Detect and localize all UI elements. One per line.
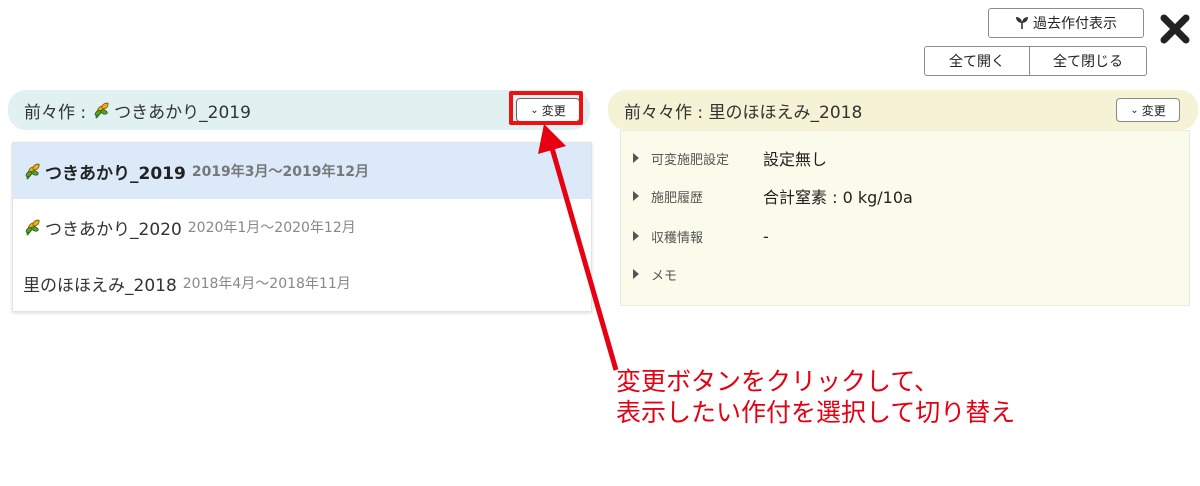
info-value: 設定無し [763,150,828,169]
fertilization-history-row[interactable]: 施肥履歴 合計窒素 : 0 kg/10a [633,185,913,207]
info-value: - [763,226,769,246]
annotation-text: 変更ボタンをクリックして、 表示したい作付を選択して切り替え [616,366,1015,428]
left-header-prefix: 前々作 : [24,102,87,123]
dropdown-item[interactable]: 里のほほえみ_2018 2018年4月～2018年11月 [13,255,591,311]
info-label: 可変施肥設定 [651,152,730,168]
close-all-button[interactable]: 全て閉じる [1029,46,1147,76]
expand-arrow-icon [633,153,639,163]
left-header-crop: つきあかり_2019 [114,102,251,123]
info-label: メモ [651,268,678,284]
chevron-down-icon: ⌄ [1130,104,1139,116]
sprout-icon [94,102,109,119]
sprout-outline-icon [1016,17,1028,29]
dropdown-item[interactable]: つきあかり_2019 2019年3月～2019年12月 [13,143,591,199]
expand-arrow-icon [633,231,639,241]
info-value: 合計窒素 : 0 kg/10a [763,188,913,207]
right-change-label: 変更 [1141,103,1166,118]
right-change-button[interactable]: ⌄ 変更 [1116,98,1180,122]
expand-arrow-icon [633,269,639,279]
past-crops-label: 過去作付表示 [1033,16,1117,32]
dropdown-item-range: 2019年3月～2019年12月 [191,164,369,180]
past-crops-button[interactable]: 過去作付表示 [988,8,1144,38]
info-label: 収穫情報 [651,230,704,246]
crop-dropdown-list: つきあかり_2019 2019年3月～2019年12月 つきあかり_2020 2… [12,142,592,312]
harvest-info-row[interactable]: 収穫情報 - [633,225,769,247]
annotation-line-1: 変更ボタンをクリックして、 [616,367,940,396]
previous-3-crop-header: 前々々作 : 里のほほえみ_2018 [608,90,1198,130]
expand-arrow-icon [633,191,639,201]
right-header-title: 前々々作 : 里のほほえみ_2018 [624,102,863,123]
close-all-label: 全て閉じる [1053,54,1123,70]
memo-row[interactable]: メモ [633,263,763,285]
annotation-highlight-box [509,91,583,125]
dropdown-item-name: つきあかり_2020 [45,219,182,240]
dropdown-item-name: つきあかり_2019 [45,163,186,184]
variable-fertilization-row[interactable]: 可変施肥設定 設定無し [633,147,827,169]
annotation-line-2: 表示したい作付を選択して切り替え [616,398,1016,427]
close-icon[interactable] [1158,12,1192,46]
dropdown-item-range: 2018年4月～2018年11月 [182,276,351,292]
crop-detail-panel: 可変施肥設定 設定無し 施肥履歴 合計窒素 : 0 kg/10a 収穫情報 - … [620,130,1190,306]
open-all-label: 全て開く [949,54,1005,70]
info-label: 施肥履歴 [651,190,704,206]
dropdown-item-name: 里のほほえみ_2018 [23,275,177,296]
sprout-icon [25,219,40,236]
open-all-button[interactable]: 全て開く [924,46,1030,76]
sprout-icon [25,163,40,180]
previous-previous-crop-header: 前々作 : つきあかり_2019 [8,90,590,130]
dropdown-item-range: 2020年1月～2020年12月 [187,220,356,236]
dropdown-item[interactable]: つきあかり_2020 2020年1月～2020年12月 [13,199,591,255]
